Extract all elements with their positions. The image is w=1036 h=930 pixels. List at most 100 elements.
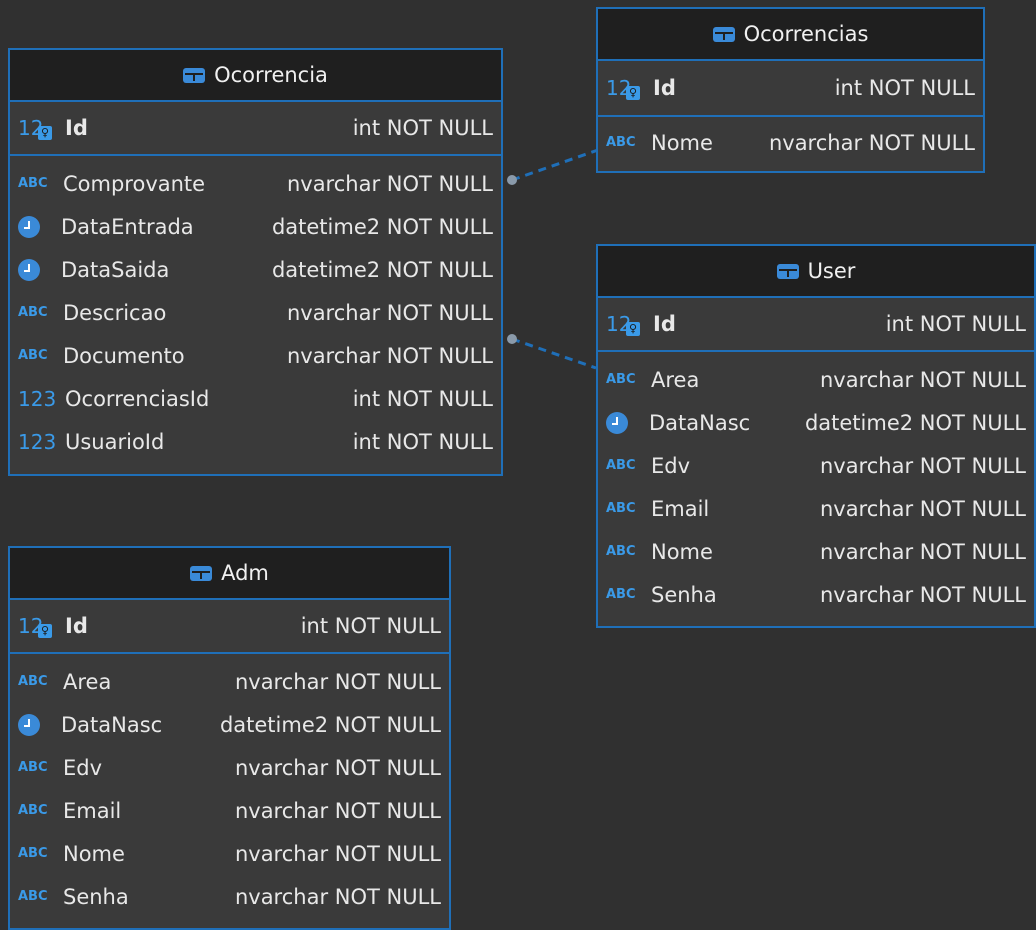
clock-icon bbox=[18, 258, 40, 281]
column-type: nvarchar NOT NULL bbox=[234, 841, 441, 866]
column-type: datetime2 NOT NULL bbox=[271, 214, 493, 239]
attribute-row[interactable]: DataNasc datetime2 NOT NULL bbox=[10, 703, 449, 746]
pk-row[interactable]: 12 ♀ Id int NOT NULL bbox=[10, 102, 501, 156]
attribute-row[interactable]: DataEntrada datetime2 NOT NULL bbox=[10, 205, 501, 248]
column-name: Id bbox=[65, 614, 88, 638]
attribute-row[interactable]: ABC Nome nvarchar NOT NULL bbox=[598, 121, 983, 164]
attribute-row[interactable]: 123 UsuarioId int NOT NULL bbox=[10, 420, 501, 463]
column-name: Id bbox=[65, 116, 88, 140]
abc-icon: ABC bbox=[18, 803, 48, 818]
attribute-row[interactable]: ABC Documento nvarchar NOT NULL bbox=[10, 334, 501, 377]
attribute-list: ABC Comprovante nvarchar NOT NULL DataEnt… bbox=[10, 156, 501, 467]
attribute-list: ABC Area nvarchar NOT NULL DataNasc datet… bbox=[10, 654, 449, 922]
relationship-endpoint bbox=[507, 334, 517, 344]
entity-header[interactable]: Ocorrencias bbox=[598, 9, 983, 61]
column-name: Email bbox=[651, 496, 710, 521]
clock-icon bbox=[606, 411, 628, 434]
column-name: Edv bbox=[651, 453, 691, 478]
key-icon: 12 ♀ bbox=[18, 116, 62, 140]
abc-icon: ABC bbox=[606, 587, 636, 602]
relationship-ocorrencia-user bbox=[511, 337, 597, 370]
entity-header[interactable]: User bbox=[598, 246, 1034, 298]
abc-icon: ABC bbox=[606, 372, 636, 387]
column-type: nvarchar NOT NULL bbox=[819, 496, 1026, 521]
attribute-row[interactable]: DataSaida datetime2 NOT NULL bbox=[10, 248, 501, 291]
attribute-row[interactable]: ABC Descricao nvarchar NOT NULL bbox=[10, 291, 501, 334]
table-icon bbox=[183, 67, 206, 83]
column-name: Area bbox=[651, 367, 700, 392]
attribute-row[interactable]: ABC Comprovante nvarchar NOT NULL bbox=[10, 162, 501, 205]
column-name: DataEntrada bbox=[61, 214, 194, 239]
entity-user[interactable]: User 12 ♀ Id int NOT NULL ABC Area nvarcha… bbox=[596, 244, 1036, 628]
column-type: int NOT NULL bbox=[352, 429, 493, 454]
abc-icon: ABC bbox=[18, 846, 48, 861]
column-type: nvarchar NOT NULL bbox=[768, 130, 975, 155]
column-name: Email bbox=[63, 798, 122, 823]
key-icon: 12 ♀ bbox=[606, 76, 650, 100]
column-name: UsuarioId bbox=[65, 429, 165, 454]
attribute-row[interactable]: ABC Email nvarchar NOT NULL bbox=[10, 789, 449, 832]
table-icon bbox=[776, 263, 799, 279]
column-name: Area bbox=[63, 669, 112, 694]
entity-header[interactable]: Adm bbox=[10, 548, 449, 600]
column-type: int NOT NULL bbox=[352, 116, 493, 140]
column-type: nvarchar NOT NULL bbox=[234, 884, 441, 909]
number-icon: 123 bbox=[18, 386, 57, 411]
clock-icon bbox=[18, 713, 40, 736]
abc-icon: ABC bbox=[18, 348, 48, 363]
attribute-row[interactable]: ABC Area nvarchar NOT NULL bbox=[10, 660, 449, 703]
table-icon bbox=[712, 26, 735, 42]
attribute-row[interactable]: ABC Nome nvarchar NOT NULL bbox=[598, 530, 1034, 573]
column-name: Descricao bbox=[63, 300, 167, 325]
attribute-row[interactable]: 123 OcorrenciasId int NOT NULL bbox=[10, 377, 501, 420]
column-type: nvarchar NOT NULL bbox=[286, 171, 493, 196]
column-name: Documento bbox=[63, 343, 185, 368]
column-type: datetime2 NOT NULL bbox=[219, 712, 441, 737]
column-type: int NOT NULL bbox=[352, 386, 493, 411]
entity-ocorrencia[interactable]: Ocorrencia 12 ♀ Id int NOT NULL ABC Compro… bbox=[8, 48, 503, 476]
attribute-row[interactable]: ABC Email nvarchar NOT NULL bbox=[598, 487, 1034, 530]
relationship-ocorrencia-ocorrencias bbox=[511, 148, 599, 182]
pk-row[interactable]: 12 ♀ Id int NOT NULL bbox=[598, 61, 983, 117]
attribute-row[interactable]: ABC Nome nvarchar NOT NULL bbox=[10, 832, 449, 875]
key-icon: 12 ♀ bbox=[606, 312, 650, 336]
column-name: Id bbox=[653, 312, 676, 336]
column-type: int NOT NULL bbox=[834, 76, 975, 100]
column-name: DataNasc bbox=[649, 410, 751, 435]
column-name: OcorrenciasId bbox=[65, 386, 210, 411]
pk-row[interactable]: 12 ♀ Id int NOT NULL bbox=[598, 298, 1034, 352]
pk-row[interactable]: 12 ♀ Id int NOT NULL bbox=[10, 600, 449, 654]
relationship-endpoint bbox=[507, 175, 517, 185]
abc-icon: ABC bbox=[18, 305, 48, 320]
attribute-row[interactable]: ABC Senha nvarchar NOT NULL bbox=[598, 573, 1034, 616]
abc-icon: ABC bbox=[606, 544, 636, 559]
abc-icon: ABC bbox=[606, 135, 636, 150]
column-name: Comprovante bbox=[63, 171, 206, 196]
abc-icon: ABC bbox=[18, 760, 48, 775]
attribute-row[interactable]: ABC Area nvarchar NOT NULL bbox=[598, 358, 1034, 401]
column-name: Nome bbox=[651, 539, 713, 564]
table-icon bbox=[190, 565, 213, 581]
entity-header[interactable]: Ocorrencia bbox=[10, 50, 501, 102]
entity-title: Ocorrencia bbox=[214, 63, 328, 87]
column-type: nvarchar NOT NULL bbox=[234, 755, 441, 780]
column-name: Nome bbox=[63, 841, 125, 866]
attribute-list: ABC Nome nvarchar NOT NULL bbox=[598, 117, 983, 164]
column-type: datetime2 NOT NULL bbox=[271, 257, 493, 282]
entity-ocorrencias[interactable]: Ocorrencias 12 ♀ Id int NOT NULL ABC Nome … bbox=[596, 7, 985, 173]
attribute-row[interactable]: DataNasc datetime2 NOT NULL bbox=[598, 401, 1034, 444]
column-type: int NOT NULL bbox=[300, 614, 441, 638]
column-type: nvarchar NOT NULL bbox=[819, 582, 1026, 607]
attribute-row[interactable]: ABC Senha nvarchar NOT NULL bbox=[10, 875, 449, 918]
entity-title: User bbox=[807, 259, 856, 283]
attribute-row[interactable]: ABC Edv nvarchar NOT NULL bbox=[10, 746, 449, 789]
attribute-row[interactable]: ABC Edv nvarchar NOT NULL bbox=[598, 444, 1034, 487]
entity-adm[interactable]: Adm 12 ♀ Id int NOT NULL ABC Area nvarchar… bbox=[8, 546, 451, 930]
key-icon: 12 ♀ bbox=[18, 614, 62, 638]
column-name: Id bbox=[653, 76, 676, 100]
column-type: nvarchar NOT NULL bbox=[286, 343, 493, 368]
column-type: nvarchar NOT NULL bbox=[286, 300, 493, 325]
column-type: nvarchar NOT NULL bbox=[819, 453, 1026, 478]
attribute-list: ABC Area nvarchar NOT NULL DataNasc datet… bbox=[598, 352, 1034, 620]
column-name: DataNasc bbox=[61, 712, 163, 737]
